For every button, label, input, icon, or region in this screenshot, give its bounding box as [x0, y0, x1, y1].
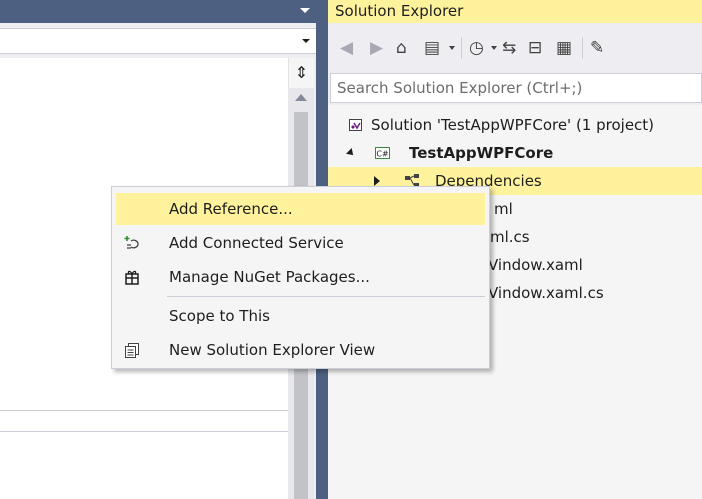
collapse-all-icon[interactable]: ⊟ — [528, 37, 542, 59]
expand-arrow-icon[interactable] — [374, 176, 380, 186]
show-all-files-icon[interactable]: ▦ — [556, 37, 572, 59]
collapse-arrow-icon[interactable] — [346, 148, 356, 158]
menu-item-label: Add Connected Service — [169, 234, 344, 252]
file-label: ml — [494, 200, 513, 218]
tree-node-project[interactable]: C# TestAppWPFCore — [328, 139, 702, 167]
project-label: TestAppWPFCore — [409, 144, 554, 162]
menu-item-new-solution-explorer-view[interactable]: New Solution Explorer View — [116, 334, 485, 366]
forward-icon[interactable]: ▶ — [370, 37, 383, 59]
menu-item-label: New Solution Explorer View — [169, 341, 376, 359]
solution-explorer-toolbar: ◀ ▶ ⌂ ▤ ◷ ⇆ ⊟ ▦ ✎ — [328, 23, 702, 71]
solution-label: Solution 'TestAppWPFCore' (1 project) — [371, 116, 655, 134]
split-editor-button[interactable]: ⇕ — [288, 58, 314, 88]
horizontal-panel-bar — [0, 410, 288, 432]
switch-views-dropdown-icon[interactable] — [449, 46, 455, 50]
menu-separator — [167, 296, 485, 297]
menu-item-scope-to-this[interactable]: Scope to This — [116, 300, 485, 332]
solution-explorer-title: Solution Explorer — [328, 0, 702, 23]
editor-tab-bar — [0, 0, 316, 23]
menu-item-manage-nuget[interactable]: Manage NuGet Packages... — [116, 261, 485, 293]
pending-changes-icon[interactable]: ◷ — [469, 37, 484, 59]
chevron-down-icon[interactable] — [302, 39, 310, 43]
menu-item-add-connected-service[interactable]: Add Connected Service — [116, 227, 485, 259]
back-icon[interactable]: ◀ — [340, 37, 353, 59]
solution-icon — [349, 119, 362, 131]
menu-item-label: Add Reference... — [169, 200, 293, 218]
new-view-icon — [125, 343, 139, 358]
file-label: Vindow.xaml.cs — [488, 284, 604, 302]
toolbar-separator — [582, 37, 583, 59]
file-label: ml.cs — [490, 228, 530, 246]
properties-icon[interactable]: ✎ — [590, 37, 604, 59]
pending-changes-dropdown-icon[interactable] — [491, 46, 497, 50]
svg-text:C#: C# — [376, 150, 389, 159]
menu-item-label: Scope to This — [169, 307, 270, 325]
scroll-up-icon[interactable] — [295, 94, 307, 101]
menu-item-label: Manage NuGet Packages... — [169, 268, 370, 286]
file-label: Vindow.xaml — [488, 256, 583, 274]
context-menu: Add Reference... Add Connected Service M… — [111, 186, 490, 369]
csharp-project-icon: C# — [375, 147, 390, 159]
solution-explorer-search-input[interactable]: Search Solution Explorer (Ctrl+;) — [330, 73, 702, 103]
connected-service-icon — [124, 236, 139, 249]
tree-node-solution[interactable]: Solution 'TestAppWPFCore' (1 project) — [328, 111, 702, 139]
menu-item-add-reference[interactable]: Add Reference... — [116, 193, 485, 225]
home-icon[interactable]: ⌂ — [396, 37, 407, 59]
editor-navigation-dropdown[interactable] — [0, 28, 316, 54]
sync-icon[interactable]: ⇆ — [502, 37, 516, 59]
nuget-package-icon — [125, 270, 139, 285]
toolbar-separator — [461, 37, 462, 59]
switch-views-icon[interactable]: ▤ — [424, 37, 440, 59]
tab-dropdown-icon[interactable] — [300, 8, 310, 13]
